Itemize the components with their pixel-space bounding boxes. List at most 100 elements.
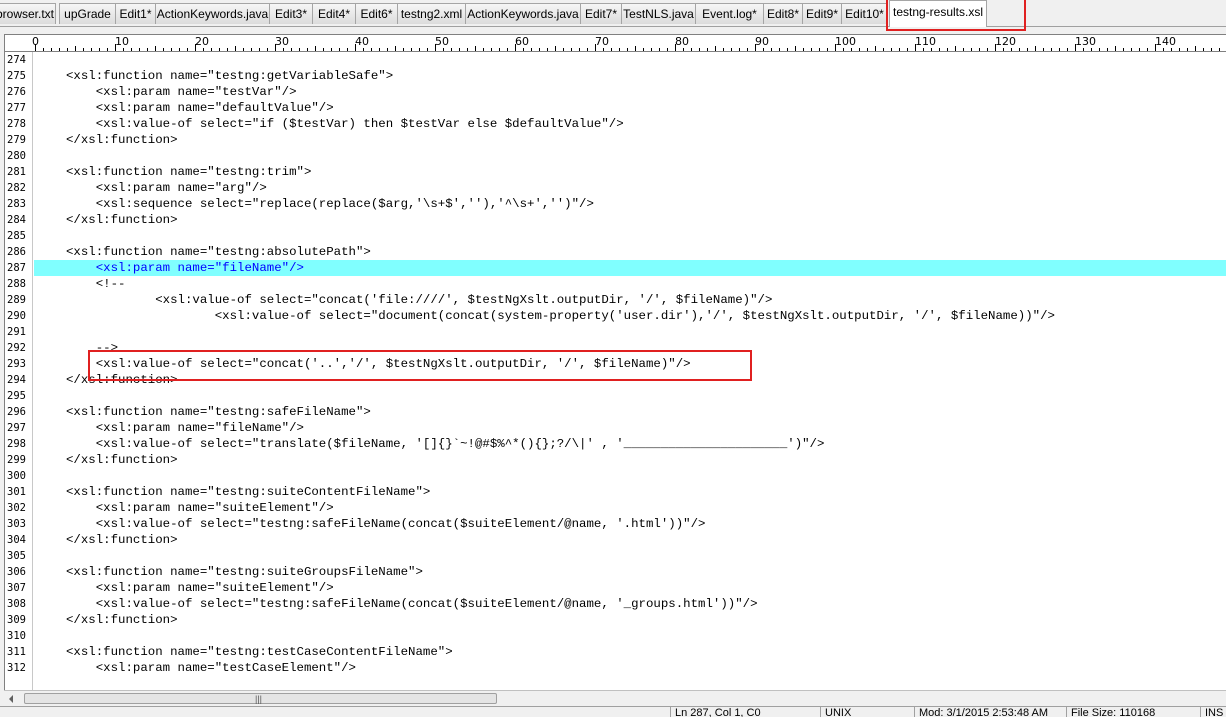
ruler-tick xyxy=(491,48,492,51)
code-line[interactable]: <xsl:param name="arg"/> xyxy=(66,180,267,196)
ruler-tick xyxy=(259,48,260,51)
scrollbar-thumb[interactable]: ||| xyxy=(24,693,497,704)
ruler-tick xyxy=(267,48,268,51)
code-line[interactable]: <xsl:value-of select="concat('file:////'… xyxy=(66,292,772,308)
line-number: 303 xyxy=(7,518,26,530)
file-tab[interactable]: Edit4* xyxy=(312,3,356,24)
ruler-tick xyxy=(987,48,988,51)
ruler-tick xyxy=(1091,48,1092,51)
ruler-tick xyxy=(643,48,644,51)
ruler-tick xyxy=(475,46,476,51)
code-line[interactable]: </xsl:function> xyxy=(66,212,178,228)
file-tab[interactable]: Edit3* xyxy=(269,3,313,24)
file-tab[interactable]: upGrade xyxy=(59,3,116,24)
code-line[interactable]: <xsl:function name="testng:suiteGroupsFi… xyxy=(66,564,423,580)
code-line[interactable]: </xsl:function> xyxy=(66,452,178,468)
ruler-tick xyxy=(235,46,236,51)
code-line[interactable]: <xsl:function name="testng:suiteContentF… xyxy=(66,484,430,500)
ruler-tick xyxy=(123,48,124,51)
ruler-tick xyxy=(51,48,52,51)
code-line[interactable]: <xsl:param name="suiteElement"/> xyxy=(66,580,334,596)
ruler-tick xyxy=(707,48,708,51)
code-line[interactable]: <xsl:function name="testng:safeFileName"… xyxy=(66,404,371,420)
ruler-tick xyxy=(1195,46,1196,51)
file-tab[interactable]: Edit8* xyxy=(763,3,803,24)
ruler-tick xyxy=(1099,48,1100,51)
ruler-tick xyxy=(1107,48,1108,51)
line-number: 302 xyxy=(7,502,26,514)
code-line[interactable]: <xsl:value-of select="translate($fileNam… xyxy=(66,436,825,452)
ruler-tick xyxy=(443,48,444,51)
line-number: 284 xyxy=(7,214,26,226)
code-line[interactable]: <xsl:param name="testVar"/> xyxy=(66,84,297,100)
line-number: 275 xyxy=(7,70,26,82)
ruler-tick xyxy=(971,48,972,51)
file-tab[interactable]: Edit10* xyxy=(841,3,888,24)
file-tab[interactable]: Event.log* xyxy=(695,3,764,24)
ruler-tick xyxy=(859,48,860,51)
ruler-tick xyxy=(1187,48,1188,51)
ruler-tick xyxy=(1027,48,1028,51)
ruler-label: 130 xyxy=(1075,35,1096,48)
file-tab[interactable]: ActionKeywords.java xyxy=(465,3,581,24)
code-line[interactable]: <xsl:value-of select="document(concat(sy… xyxy=(66,308,1055,324)
ruler-tick xyxy=(691,48,692,51)
code-line[interactable]: <xsl:function name="testng:getVariableSa… xyxy=(66,68,393,84)
ruler-tick xyxy=(1051,48,1052,51)
code-line[interactable]: <xsl:param name="defaultValue"/> xyxy=(66,100,334,116)
file-tab[interactable]: TestNLS.java xyxy=(621,3,696,24)
ruler-tick xyxy=(139,48,140,51)
ruler-tick xyxy=(931,48,932,51)
file-tab[interactable]: browser.txt xyxy=(0,3,56,24)
file-tab[interactable]: Edit9* xyxy=(802,3,842,24)
code-line[interactable]: <!-- xyxy=(66,276,126,292)
code-line[interactable]: </xsl:function> xyxy=(66,532,178,548)
ruler-tick xyxy=(563,48,564,51)
ruler-tick xyxy=(851,48,852,51)
file-tab[interactable]: testng2.xml xyxy=(397,3,466,24)
ruler-tick xyxy=(411,48,412,51)
line-number: 285 xyxy=(7,230,26,242)
code-line[interactable]: <xsl:param name="fileName"/> xyxy=(66,260,304,276)
code-line[interactable]: <xsl:sequence select="replace(replace($a… xyxy=(66,196,594,212)
code-line[interactable]: <xsl:value-of select="testng:safeFileNam… xyxy=(66,516,706,532)
file-tab[interactable]: Edit1* xyxy=(115,3,156,24)
ruler-tick xyxy=(1019,48,1020,51)
code-line[interactable]: <xsl:function name="testng:absolutePath"… xyxy=(66,244,371,260)
ruler-label: 80 xyxy=(675,35,689,48)
code-line[interactable]: <xsl:param name="testCaseElement"/> xyxy=(66,660,356,676)
code-line[interactable]: <xsl:value-of select="testng:safeFileNam… xyxy=(66,596,758,612)
code-line[interactable]: <xsl:param name="suiteElement"/> xyxy=(66,500,334,516)
ruler-tick xyxy=(715,46,716,51)
line-number: 276 xyxy=(7,86,26,98)
ruler-tick xyxy=(1147,48,1148,51)
ruler-tick xyxy=(667,48,668,51)
ruler-tick xyxy=(739,48,740,51)
file-tab[interactable]: Edit7* xyxy=(580,3,622,24)
code-line[interactable]: <xsl:param name="fileName"/> xyxy=(66,420,304,436)
status-bar: Ln 287, Col 1, C0 UNIX Mod: 3/1/2015 2:53:… xyxy=(0,706,1226,717)
file-tab[interactable]: ActionKeywords.java xyxy=(155,3,270,24)
horizontal-scrollbar[interactable]: ||| xyxy=(4,690,1226,707)
line-number: 297 xyxy=(7,422,26,434)
code-line[interactable]: <xsl:function name="testng:testCaseConte… xyxy=(66,644,453,660)
ruler-tick xyxy=(1219,48,1220,51)
ruler-tick xyxy=(467,48,468,51)
ruler-tick xyxy=(627,48,628,51)
ruler-tick xyxy=(427,48,428,51)
code-line[interactable]: </xsl:function> xyxy=(66,612,178,628)
file-tab[interactable]: Edit6* xyxy=(355,3,398,24)
ruler-tick xyxy=(107,48,108,51)
scroll-left-arrow-icon[interactable] xyxy=(9,695,13,703)
ruler-tick xyxy=(323,48,324,51)
code-line[interactable]: </xsl:function> xyxy=(66,132,178,148)
code-line[interactable]: <xsl:value-of select="if ($testVar) then… xyxy=(66,116,624,132)
ruler-tick xyxy=(299,48,300,51)
ruler-tick xyxy=(659,48,660,51)
ruler-tick xyxy=(619,48,620,51)
ruler-tick xyxy=(963,48,964,51)
ruler-tick xyxy=(483,48,484,51)
ruler-tick xyxy=(579,48,580,51)
ruler-tick xyxy=(203,48,204,51)
code-line[interactable]: <xsl:function name="testng:trim"> xyxy=(66,164,311,180)
